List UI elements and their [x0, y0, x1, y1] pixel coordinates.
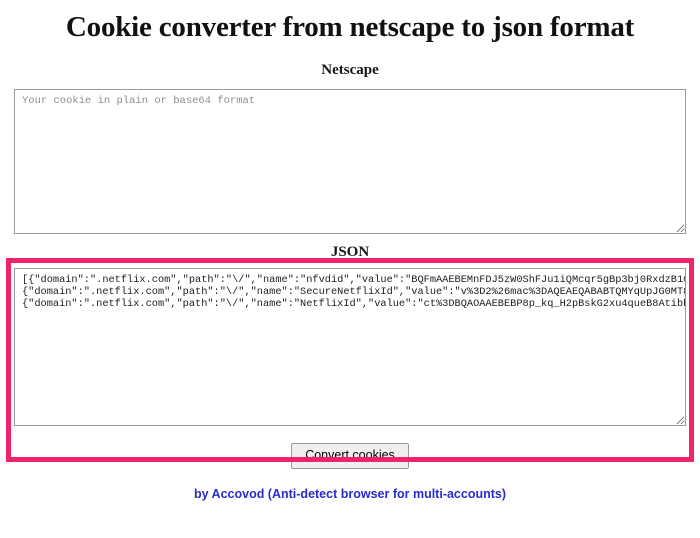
json-section-label: JSON — [330, 244, 370, 260]
cookie-converter-page: Cookie converter from netscape to json f… — [0, 0, 700, 538]
json-field-wrap — [0, 268, 700, 426]
button-row: Convert cookies — [0, 426, 700, 469]
footer-accovod-link[interactable]: by Accovod (Anti-detect browser for mult… — [194, 487, 506, 501]
convert-cookies-button[interactable]: Convert cookies — [291, 443, 409, 469]
netscape-section-label: Netscape — [321, 62, 379, 78]
page-title: Cookie converter from netscape to json f… — [65, 11, 635, 43]
footer: by Accovod (Anti-detect browser for mult… — [0, 469, 700, 502]
netscape-input[interactable] — [14, 89, 686, 234]
netscape-field-wrap — [0, 89, 700, 234]
json-output-textarea[interactable] — [14, 268, 686, 426]
